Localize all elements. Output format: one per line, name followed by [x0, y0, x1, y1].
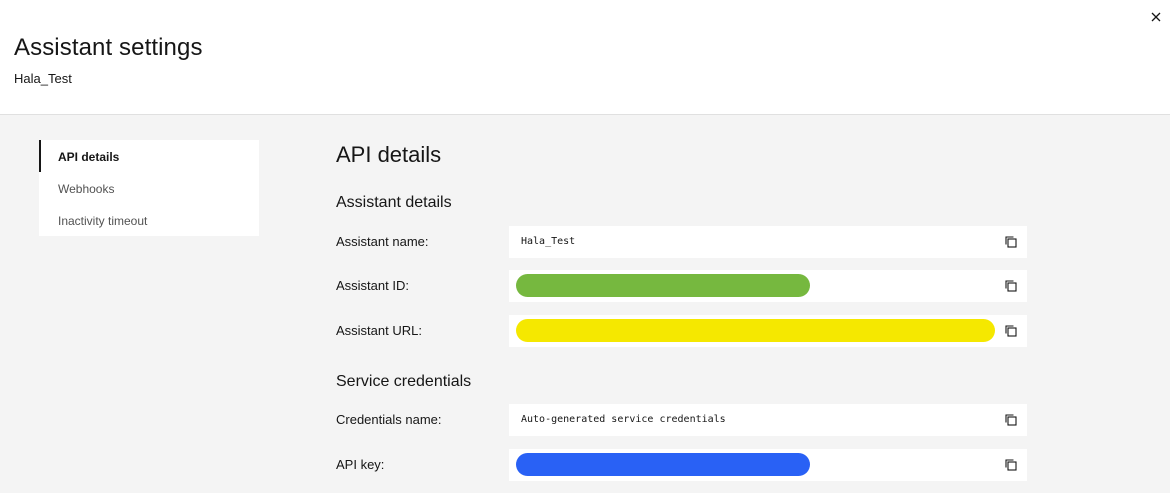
- sidenav-item-label: Webhooks: [58, 182, 115, 196]
- assistant-url-field: [509, 315, 1027, 347]
- section-page-title: API details: [336, 142, 442, 167]
- page-title: Assistant settings: [14, 34, 203, 61]
- sidenav-item-label: Inactivity timeout: [58, 214, 148, 228]
- close-button[interactable]: [1147, 8, 1165, 26]
- assistant-id-field: [509, 270, 1027, 302]
- assistant-url-label: Assistant URL:: [336, 323, 422, 338]
- sidenav-item-api-details[interactable]: API details: [39, 140, 259, 172]
- api-key-field: [509, 449, 1027, 481]
- assistant-url-redacted-value: [516, 319, 995, 342]
- assistant-name-label: Assistant name:: [336, 234, 429, 249]
- settings-sidenav: API details Webhooks Inactivity timeout: [39, 140, 259, 236]
- copy-icon[interactable]: [1003, 278, 1019, 294]
- close-icon: [1151, 12, 1161, 22]
- api-key-redacted-value: [516, 453, 810, 476]
- assistant-subtitle: Hala_Test: [14, 71, 72, 86]
- credentials-name-field: Auto-generated service credentials: [509, 404, 1027, 436]
- copy-icon[interactable]: [1003, 323, 1019, 339]
- copy-icon[interactable]: [1003, 412, 1019, 428]
- service-credentials-heading: Service credentials: [336, 373, 472, 390]
- sidenav-item-label: API details: [58, 150, 120, 164]
- sidenav-item-inactivity-timeout[interactable]: Inactivity timeout: [39, 204, 259, 236]
- assistant-id-redacted-value: [516, 274, 810, 297]
- assistant-details-heading: Assistant details: [336, 194, 452, 211]
- assistant-id-label: Assistant ID:: [336, 278, 409, 293]
- api-key-label: API key:: [336, 457, 385, 472]
- modal-header: Assistant settings Hala_Test: [0, 0, 1170, 115]
- credentials-name-label: Credentials name:: [336, 412, 442, 427]
- copy-icon[interactable]: [1003, 234, 1019, 250]
- copy-icon[interactable]: [1003, 457, 1019, 473]
- credentials-name-value: Auto-generated service credentials: [521, 414, 726, 425]
- sidenav-item-webhooks[interactable]: Webhooks: [39, 172, 259, 204]
- assistant-name-value: Hala_Test: [521, 236, 576, 247]
- assistant-name-field: Hala_Test: [509, 226, 1027, 258]
